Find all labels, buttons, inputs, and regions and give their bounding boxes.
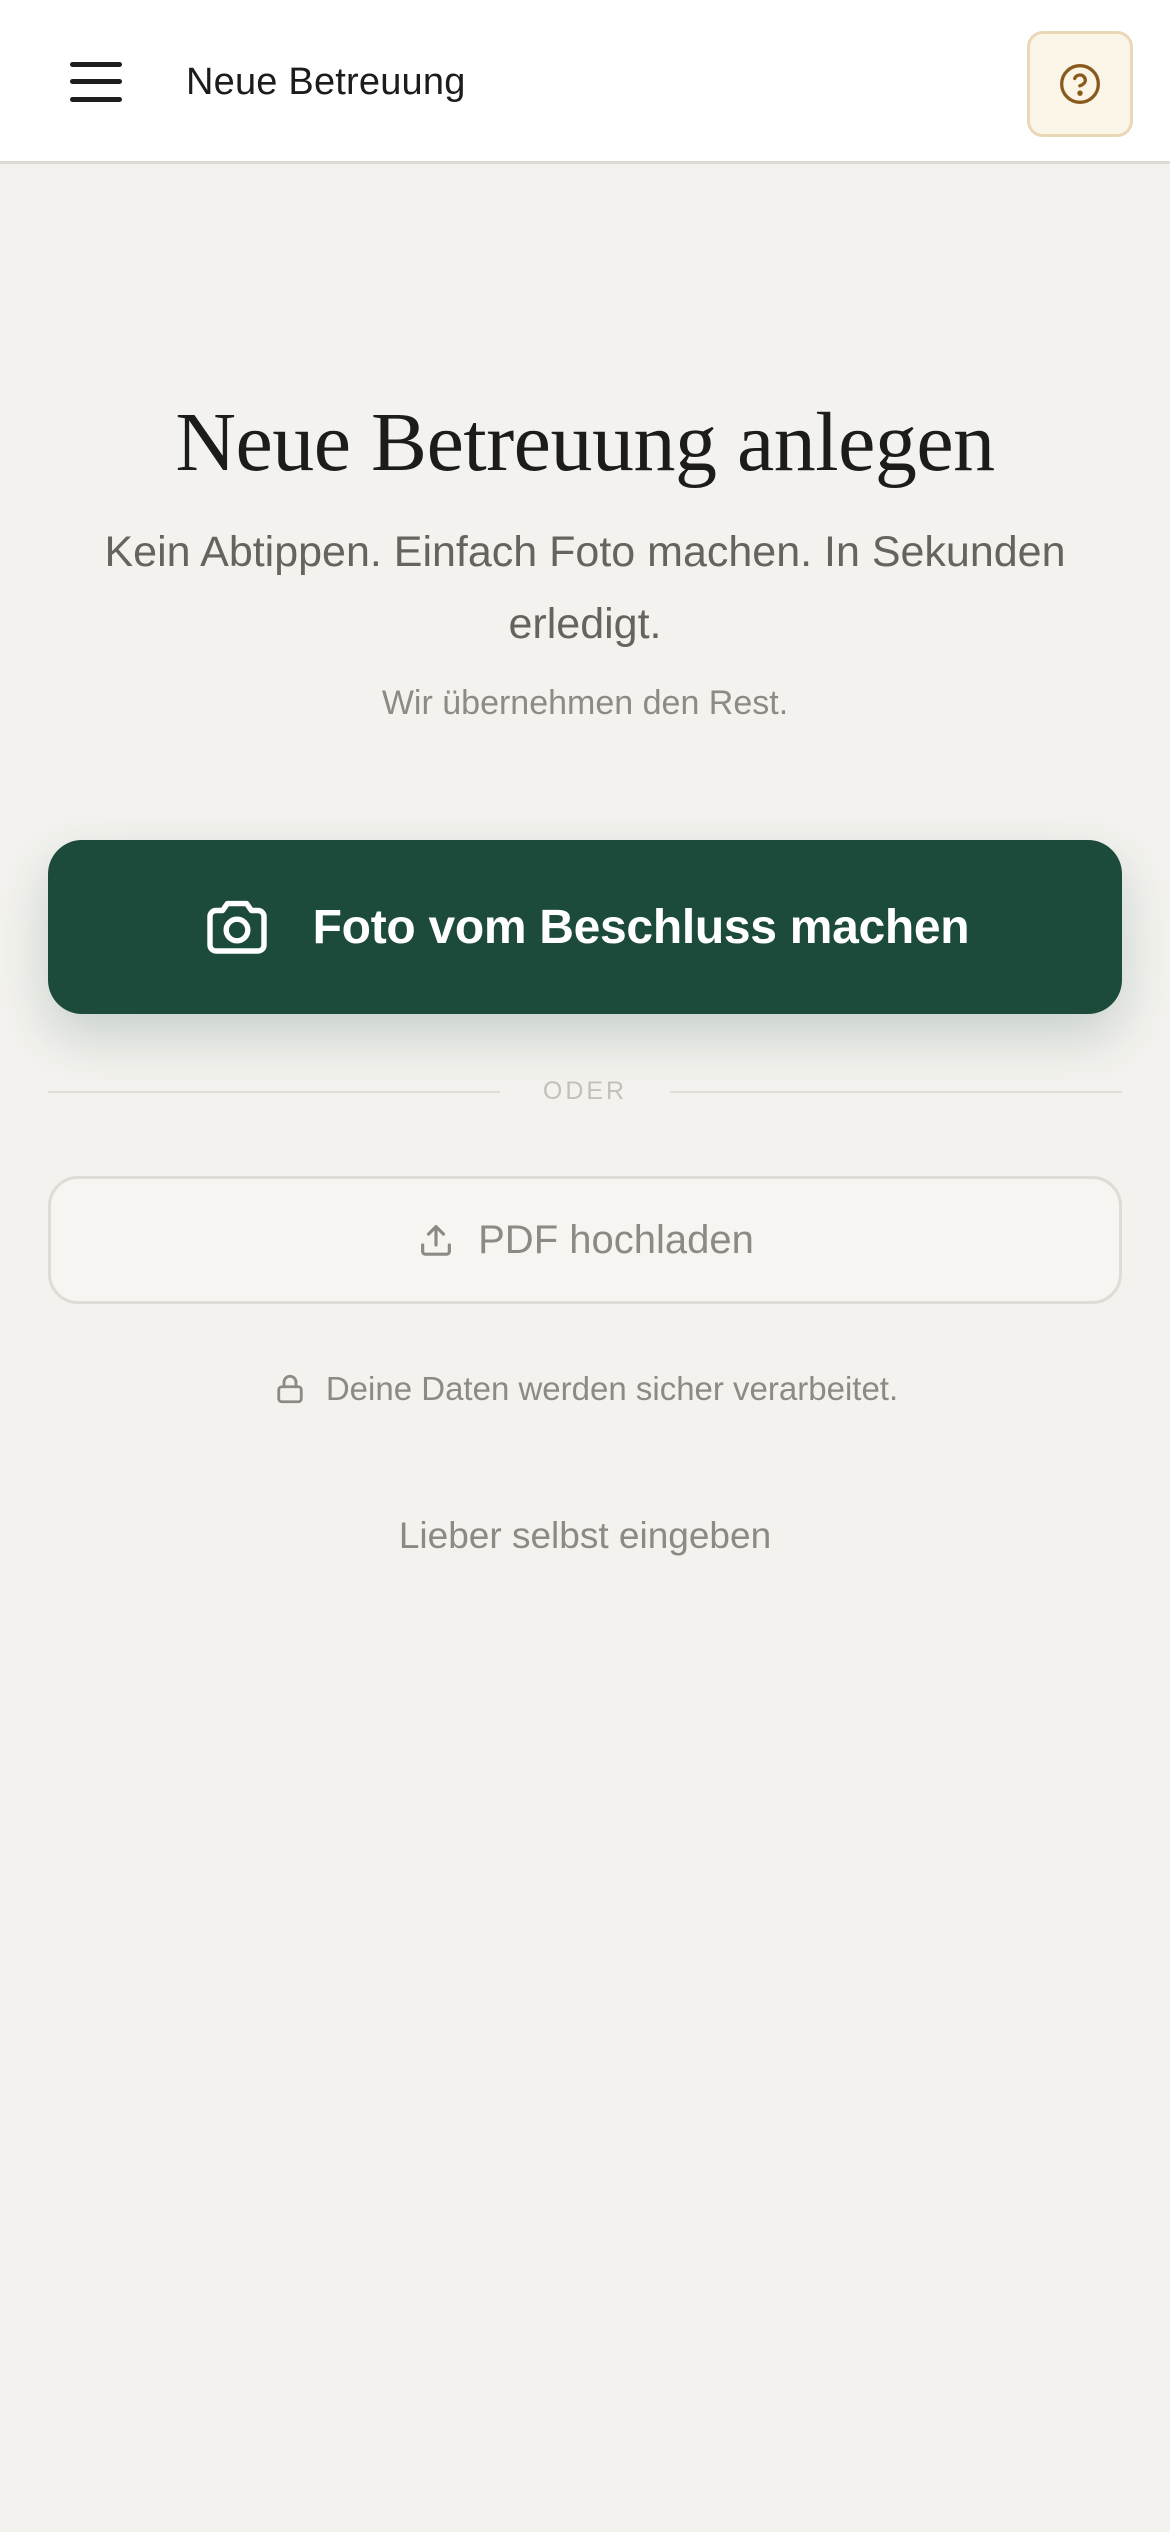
take-photo-label: Foto vom Beschluss machen <box>312 900 970 954</box>
take-photo-button[interactable]: Foto vom Beschluss machen <box>48 840 1122 1014</box>
menu-button[interactable] <box>50 46 142 118</box>
page-title: Neue Betreuung <box>186 61 466 103</box>
upload-icon <box>421 1225 452 1256</box>
hero-subtitle: Kein Abtippen. Einfach Foto machen. In S… <box>104 528 1066 648</box>
upload-pdf-label: PDF hochladen <box>478 1217 754 1262</box>
hero-title: Neue Betreuung anlegen <box>175 396 995 489</box>
camera-icon <box>206 900 267 954</box>
app-header: Neue Betreuung <box>0 0 1170 164</box>
or-divider: ODER <box>48 1074 1122 1108</box>
menu-icon <box>70 62 122 102</box>
help-circle-icon <box>1060 64 1100 104</box>
upload-pdf-button[interactable]: PDF hochladen <box>48 1176 1122 1304</box>
manual-entry-link[interactable]: Lieber selbst eingeben <box>335 1508 835 1564</box>
help-button[interactable] <box>1027 31 1133 137</box>
hero-note: Wir übernehmen den Rest. <box>381 684 789 722</box>
or-divider-label: ODER <box>542 1077 628 1105</box>
security-note: Deine Daten werden sicher verarbeitet. <box>0 1364 1170 1414</box>
lock-icon <box>277 1374 303 1404</box>
security-text: Deine Daten werden sicher verarbeitet. <box>325 1370 899 1407</box>
